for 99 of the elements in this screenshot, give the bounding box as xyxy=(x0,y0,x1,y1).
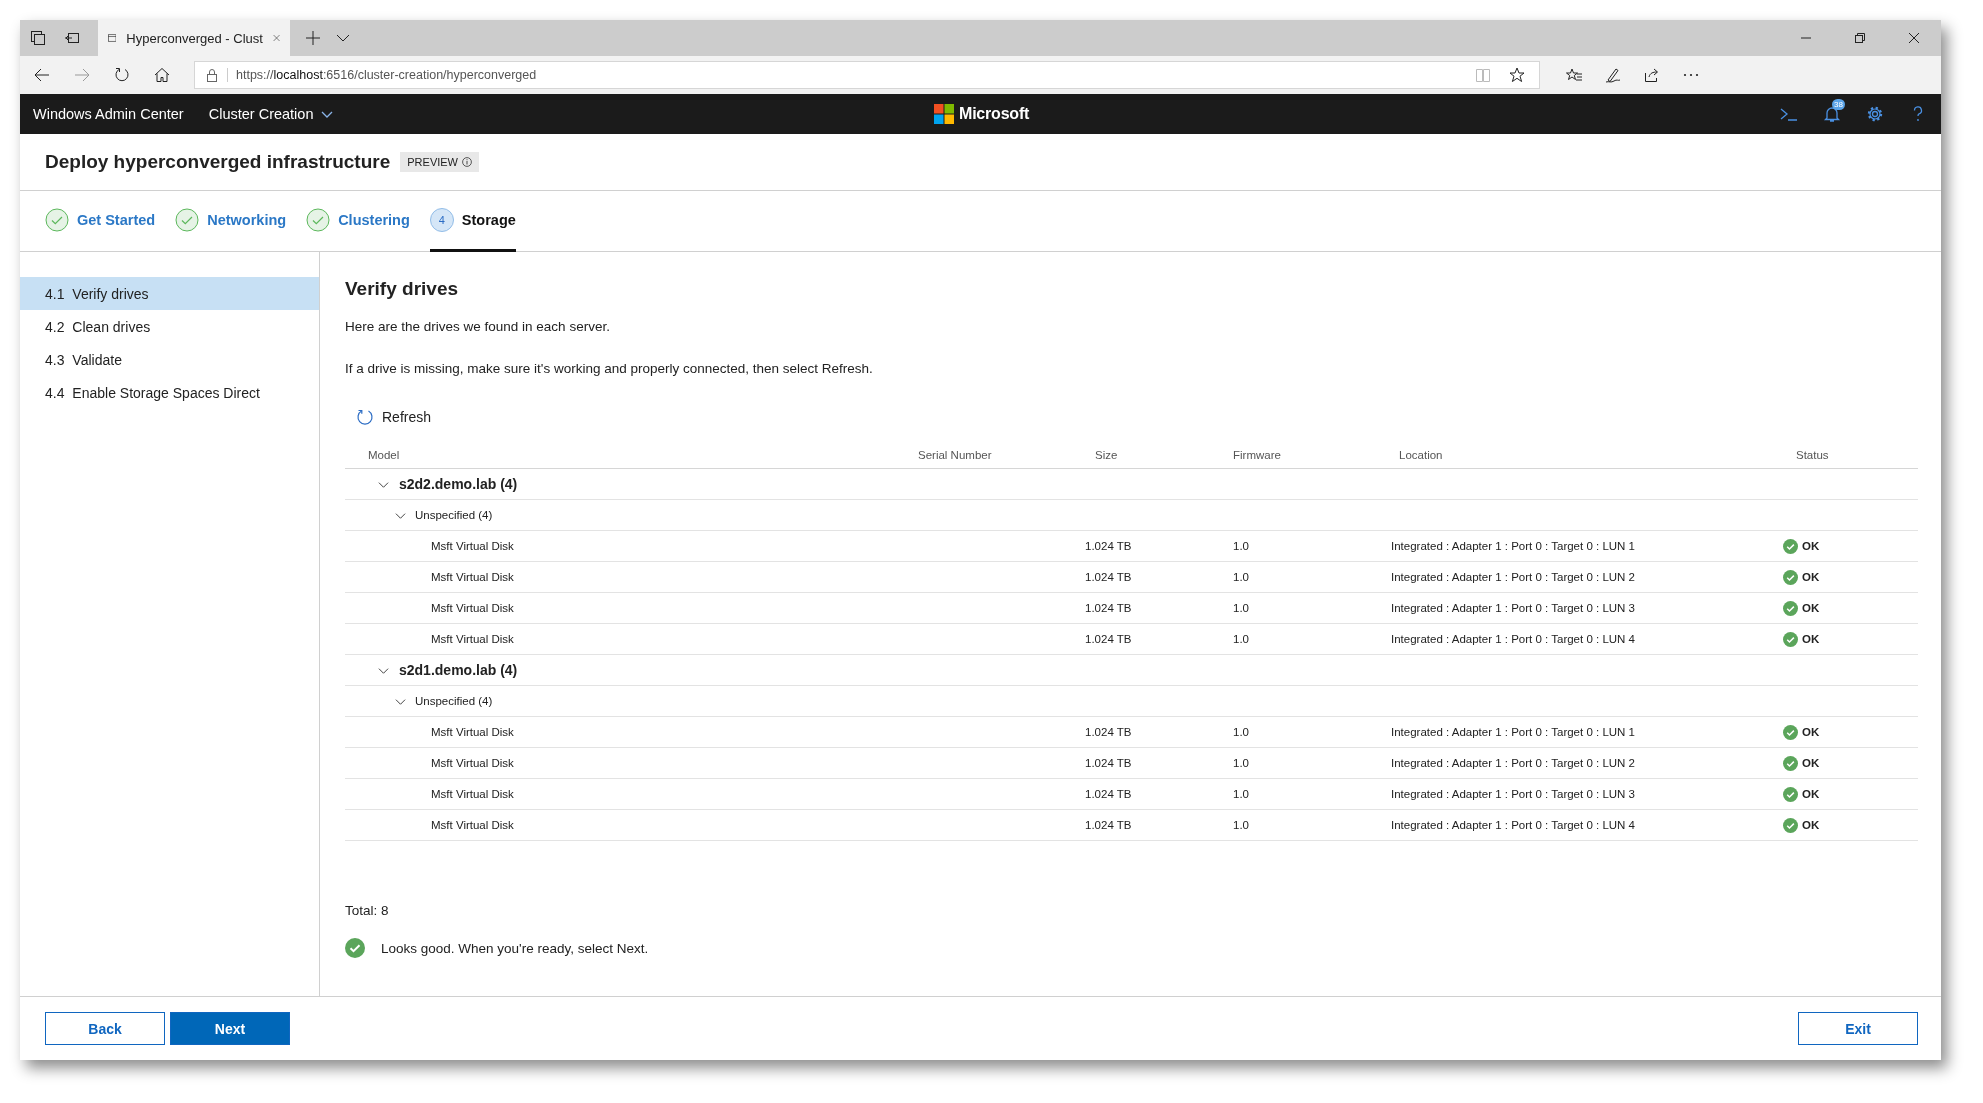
status-text: OK xyxy=(1802,819,1820,831)
back-button[interactable]: Back xyxy=(45,1012,165,1045)
wizard-step-tab[interactable]: Get Started xyxy=(45,191,156,252)
intro-text: Here are the drives we found in each server. xyxy=(345,319,611,334)
column-header[interactable]: Location xyxy=(1391,449,1783,461)
url-text: https://localhost:6516/cluster-creation/hyperconverged xyxy=(227,68,537,82)
table-cell-text: Msft Virtual Disk xyxy=(430,819,515,831)
table-cell-text: 1.0 xyxy=(1233,602,1250,614)
exit-button[interactable]: Exit xyxy=(1798,1012,1918,1045)
server-group-name: s2d1.demo.lab (4) xyxy=(399,662,518,678)
status-text: OK xyxy=(1802,571,1820,583)
table-cell-text: 1.0 xyxy=(1233,571,1250,583)
table-cell-text: 1.0 xyxy=(1233,540,1250,552)
column-header[interactable]: Firmware xyxy=(1233,449,1391,461)
table-cell-text: 1.024 TB xyxy=(1085,726,1133,738)
table-cell-text: Msft Virtual Disk xyxy=(430,571,515,583)
result-message: Looks good. When you're ready, select Next. xyxy=(381,940,649,956)
bell-icon[interactable] xyxy=(1823,105,1841,123)
status-text: OK xyxy=(1802,757,1820,769)
sidebar-item[interactable]: 4.4 Enable Storage Spaces Direct xyxy=(20,376,319,409)
check-circle-icon xyxy=(175,208,200,232)
share-icon[interactable] xyxy=(1644,67,1660,83)
page-icon xyxy=(108,31,117,45)
status-text: OK xyxy=(1802,726,1820,738)
address-bar[interactable]: https://localhost:6516/cluster-creation/hyperconverged xyxy=(194,61,1540,89)
star-icon[interactable] xyxy=(1509,67,1525,83)
table-cell-text: Integrated : Adapter 1 : Port 0 : Target 0 : LUN 3 xyxy=(1391,602,1636,614)
wizard-step-tab[interactable]: 4 Storage xyxy=(429,191,516,252)
total-count: Total: 8 xyxy=(345,903,390,918)
preview-badge[interactable]: PREVIEW xyxy=(400,152,479,172)
table-cell-text: Integrated : Adapter 1 : Port 0 : Target 0 : LUN 4 xyxy=(1391,633,1636,645)
table-cell-text: Integrated : Adapter 1 : Port 0 : Target 0 : LUN 1 xyxy=(1391,726,1636,738)
table-cell-text: Msft Virtual Disk xyxy=(430,788,515,800)
table-cell-text: 1.024 TB xyxy=(1085,571,1133,583)
drive-type-group-name: Unspecified (4) xyxy=(415,695,493,707)
column-header[interactable]: Size xyxy=(1085,449,1233,461)
hint-text: If a drive is missing, make sure it's working and properly connected, then select Refresh. xyxy=(345,361,874,376)
drive-type-group-name: Unspecified (4) xyxy=(415,509,493,521)
new-tab-icon[interactable] xyxy=(306,31,320,45)
table-cell-text: Integrated : Adapter 1 : Port 0 : Target 0 : LUN 3 xyxy=(1391,788,1636,800)
status-text: OK xyxy=(1802,633,1820,645)
table-cell-text: Integrated : Adapter 1 : Port 0 : Target 0 : LUN 1 xyxy=(1391,540,1636,552)
table-cell-text: Integrated : Adapter 1 : Port 0 : Target 0 : LUN 2 xyxy=(1391,571,1636,583)
four-squares-logo-icon xyxy=(934,104,954,124)
app-name[interactable]: Windows Admin Center xyxy=(33,106,184,122)
tabs-overview-icon[interactable] xyxy=(30,30,46,46)
table-cell-text: 1.024 TB xyxy=(1085,540,1133,552)
refresh-icon[interactable] xyxy=(114,67,130,83)
table-cell-text: 1.0 xyxy=(1233,788,1250,800)
table-cell-text: Msft Virtual Disk xyxy=(430,540,515,552)
next-button[interactable]: Next xyxy=(170,1012,290,1045)
lock-icon xyxy=(205,68,219,82)
server-group-name: s2d2.demo.lab (4) xyxy=(399,476,518,492)
back-icon[interactable] xyxy=(34,67,50,83)
info-icon xyxy=(462,157,472,167)
status-text: OK xyxy=(1802,602,1820,614)
table-cell-text: 1.024 TB xyxy=(1085,788,1133,800)
check-circle-icon xyxy=(306,208,331,232)
table-cell-text: 1.024 TB xyxy=(1085,602,1133,614)
close-icon[interactable] xyxy=(1908,32,1920,44)
section-title: Verify drives xyxy=(345,278,460,300)
table-cell-text: 1.0 xyxy=(1233,757,1250,769)
table-cell-text: 1.024 TB xyxy=(1085,757,1133,769)
table-cell-text: 1.0 xyxy=(1233,726,1250,738)
favorites-icon[interactable] xyxy=(1566,67,1582,83)
restore-icon[interactable] xyxy=(1854,32,1866,44)
sidebar-item[interactable]: 4.2 Clean drives xyxy=(20,310,319,343)
table-cell-text: Msft Virtual Disk xyxy=(430,633,515,645)
wizard-step-tab[interactable]: Networking xyxy=(175,191,287,252)
table-cell-text: Integrated : Adapter 1 : Port 0 : Target 0 : LUN 4 xyxy=(1391,819,1636,831)
page-title: Deploy hyperconverged infrastructure xyxy=(45,151,391,173)
status-text: OK xyxy=(1802,540,1820,552)
notification-count: 38 xyxy=(1832,99,1845,110)
column-header[interactable]: Serial Number xyxy=(918,449,1085,461)
status-text: OK xyxy=(1802,788,1820,800)
home-icon[interactable] xyxy=(154,67,170,83)
browser-tab[interactable]: Hyperconverged - Clust xyxy=(98,20,290,56)
column-header[interactable]: Status xyxy=(1783,449,1918,461)
table-cell-text: Msft Virtual Disk xyxy=(430,726,515,738)
sidebar-item[interactable]: 4.3 Validate xyxy=(20,343,319,376)
check-circle-icon xyxy=(45,208,69,232)
brand-name: Microsoft xyxy=(959,105,1030,123)
wizard-step-tab[interactable]: Clustering xyxy=(306,191,410,252)
refresh-button[interactable]: Refresh xyxy=(356,408,432,426)
table-cell-text: 1.0 xyxy=(1233,633,1250,645)
pen-icon[interactable] xyxy=(1605,67,1621,83)
context-dropdown[interactable]: Cluster Creation xyxy=(208,106,334,122)
table-cell-text: Integrated : Adapter 1 : Port 0 : Target 0 : LUN 2 xyxy=(1391,757,1636,769)
table-cell-text: 1.024 TB xyxy=(1085,633,1133,645)
sidebar-item[interactable]: 4.1 Verify drives xyxy=(20,277,319,310)
forward-icon[interactable] xyxy=(74,67,90,83)
table-cell-text: 1.0 xyxy=(1233,819,1250,831)
set-aside-tabs-icon[interactable] xyxy=(64,30,80,46)
table-cell-text: Msft Virtual Disk xyxy=(430,602,515,614)
column-header[interactable]: Model xyxy=(345,449,918,461)
refresh-icon xyxy=(356,408,374,426)
settings-icon[interactable] xyxy=(1866,105,1884,123)
table-cell-text: 1.024 TB xyxy=(1085,819,1133,831)
table-cell-text: Msft Virtual Disk xyxy=(430,757,515,769)
